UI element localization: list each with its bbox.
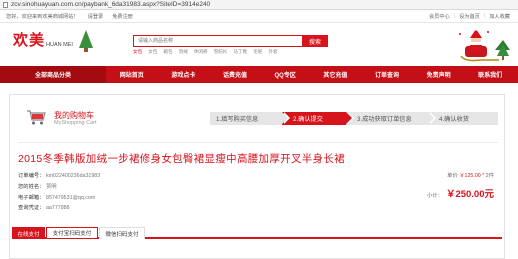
set-home-link[interactable]: 设为首页 (459, 13, 480, 20)
hotword-link[interactable]: 马丁靴 (233, 49, 247, 55)
nav-item-home[interactable]: 网站首页 (120, 70, 144, 79)
product-title: 2015冬季韩版加绒一步裙修身女包臀裙显瘦中高腰加厚开叉半身长裙 (18, 153, 345, 165)
hotword-link[interactable]: 羽绒 (179, 49, 188, 55)
name-value: 贾明 (46, 183, 57, 190)
step-get-order-info: 3.成功获取订单信息 (346, 112, 436, 125)
step-fill-info: 1.填写购买信息 (210, 112, 290, 125)
hot-keywords: 女包 女包 箱包 羽绒 休闲裤 雪纺衫 马丁靴 毛呢 外套 (133, 49, 278, 55)
cart-subtitle: MyShopping Cart (54, 120, 97, 126)
email-row: 电子邮箱： 857479531@qq.com (18, 193, 100, 204)
nav-item-other-recharge[interactable]: 其它充值 (323, 70, 347, 79)
field-label: 查询凭证： (18, 205, 45, 212)
hotword-link[interactable]: 箱包 (163, 49, 172, 55)
search-bar: 搜索 (133, 35, 328, 47)
price-area: 单价 ￥125.00 * 2件 小计： ￥250.00元 (427, 171, 494, 200)
welcome-text: 您好，欢迎来到欢美商城网站！ (6, 13, 79, 20)
query-code-value: aa777888 (46, 205, 70, 212)
nav-item-phone-recharge[interactable]: 话费充值 (223, 70, 247, 79)
nav-item-contact[interactable]: 联系我们 (478, 70, 502, 79)
nav-item-qq-zone[interactable]: QQ专区 (275, 70, 296, 79)
christmas-tree-trunk (84, 48, 88, 52)
nav-item-disclaimer[interactable]: 免责声明 (427, 70, 451, 79)
payment-tabs: 在线支付 支付宝扫码支付 微信扫码支付 (12, 227, 502, 239)
logo-chinese: 欢美 (13, 32, 46, 49)
register-link[interactable]: 免费注册 (112, 13, 133, 20)
subtotal-line: 小计： ￥250.00元 (427, 186, 494, 200)
member-center-link[interactable]: 会员中心 (429, 13, 450, 20)
hotword-link[interactable]: 毛呢 (253, 49, 262, 55)
order-number-row: 订单编号： km022400236da31983 (18, 171, 100, 182)
quantity-value: * 2件 (482, 173, 494, 179)
field-label: 您的姓名： (18, 183, 45, 190)
site-logo[interactable]: 欢美 HUAN MEI (13, 33, 73, 49)
name-row: 您的姓名： 贾明 (18, 182, 100, 193)
step-confirm-receipt: 4.确认收货 (428, 112, 498, 125)
divider (18, 142, 498, 143)
search-box (133, 35, 302, 47)
unit-price-line: 单价 ￥125.00 * 2件 (427, 171, 494, 179)
step-confirm-submit: 2.确认提交 (282, 112, 354, 125)
order-panel: 我的购物车 MyShopping Cart 1.填写购买信息 2.确认提交 3.… (9, 94, 505, 259)
page-icon (0, 0, 10, 10)
tab-wechat-qr[interactable]: 微信扫码支付 (99, 227, 145, 239)
hotword-link[interactable]: 女包 (148, 49, 157, 55)
address-bar[interactable]: zcv.sinohuayuan.com.cn/paybank_6da31983.… (0, 0, 518, 10)
nav-item-game-cards[interactable]: 游戏点卡 (171, 70, 195, 79)
email-value: 857479531@qq.com (46, 194, 96, 201)
search-button[interactable]: 搜索 (302, 35, 328, 47)
field-label: 电子邮箱： (18, 194, 45, 201)
hotword-link[interactable]: 女包 (133, 49, 142, 55)
shopping-cart-icon (27, 110, 46, 125)
tab-alipay-qr[interactable]: 支付宝扫码支付 (46, 227, 98, 239)
order-info: 订单编号： km022400236da31983 您的姓名： 贾明 电子邮箱： … (18, 171, 100, 214)
url-text[interactable]: zcv.sinohuayuan.com.cn/paybank_6da31983.… (11, 0, 210, 10)
add-favorite-link[interactable]: 加入收藏 (489, 13, 510, 20)
hotword-link[interactable]: 雪纺衫 (214, 49, 228, 55)
unit-price-label: 单价 (447, 173, 458, 179)
search-input[interactable] (134, 36, 302, 46)
query-code-row: 查询凭证： aa777888 (18, 203, 100, 214)
christmas-tree-icon (79, 30, 93, 48)
login-link[interactable]: 请登录 (88, 13, 104, 20)
field-label: 订单编号： (18, 173, 45, 179)
hotword-link[interactable]: 外套 (268, 49, 277, 55)
logo-english: HUAN MEI (46, 42, 73, 48)
santa-sleigh-illustration (459, 27, 510, 62)
separator: | (453, 12, 456, 19)
checkout-steps: 1.填写购买信息 2.确认提交 3.成功获取订单信息 4.确认收货 (210, 112, 498, 125)
hotword-link[interactable]: 休闲裤 (194, 49, 208, 55)
main-nav: 全部商品分类 网站首页 游戏点卡 话费充值 QQ专区 其它充值 订单查询 免责声… (0, 66, 518, 83)
subtotal-value: ￥250.00元 (445, 189, 494, 200)
separator: | (483, 12, 486, 19)
order-number-value: km022400236da31983 (46, 173, 101, 179)
subtotal-label: 小计： (427, 193, 443, 199)
site-header: 欢美 HUAN MEI 搜索 女包 女包 箱包 羽绒 休闲裤 雪纺衫 马丁靴 毛… (0, 23, 518, 66)
tab-online-payment[interactable]: 在线支付 (12, 227, 45, 239)
unit-price-value: ￥125.00 (459, 173, 481, 179)
all-categories-button[interactable]: 全部商品分类 (0, 66, 106, 83)
top-utility-bar: 您好，欢迎来到欢美商城网站！ 请登录 免费注册 会员中心 | 设为首页 | 加入… (0, 10, 518, 23)
nav-item-order-query[interactable]: 订单查询 (375, 70, 399, 79)
